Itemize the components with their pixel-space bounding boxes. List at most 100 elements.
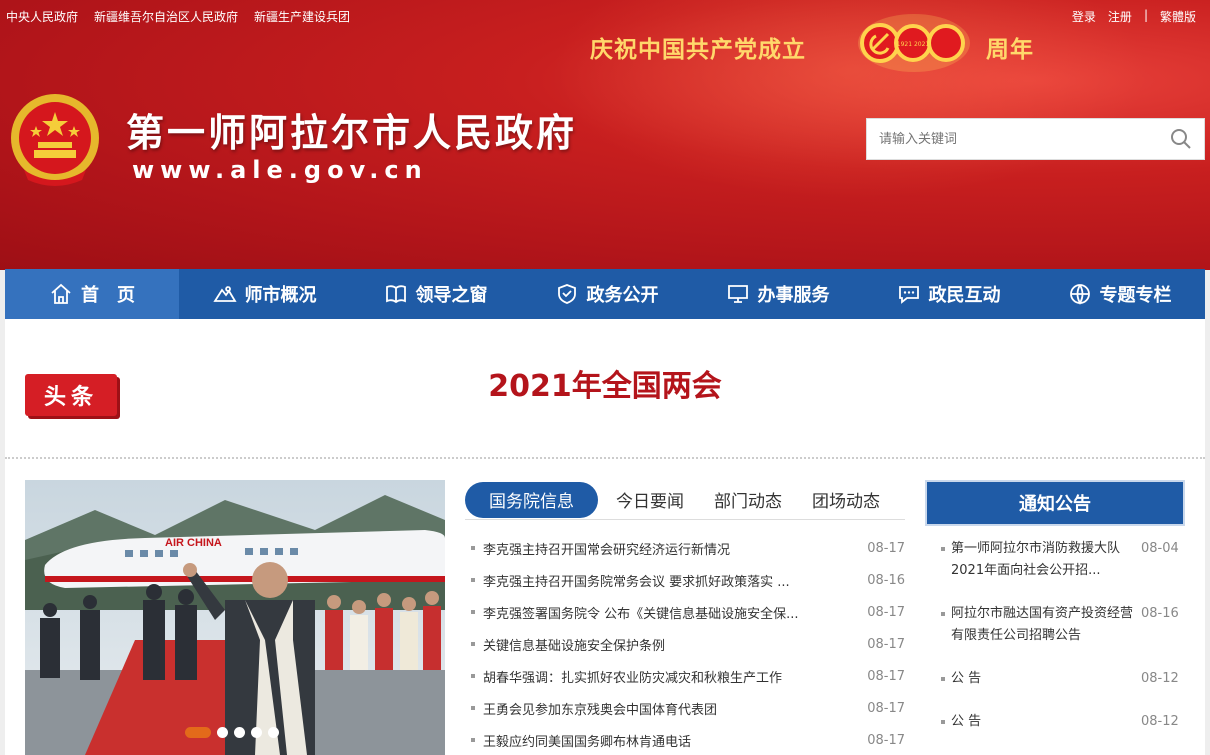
slider-dot[interactable] [251,727,262,738]
globe-icon [1069,284,1090,305]
top-links: 中央人民政府 新疆维吾尔自治区人民政府 新疆生产建设兵团 [6,8,350,25]
nav-label-interaction: 政民互动 [928,285,1001,306]
party-100-years-left: 1921 2021 [897,41,930,48]
slider-dot[interactable] [217,727,228,738]
list-item[interactable]: 王毅应约同美国国务卿布林肯通电话 08-17 [465,724,905,755]
tab-state-council[interactable]: 国务院信息 [465,481,598,518]
headline-section: 头条 2021年全国两会 [5,319,1205,459]
celebration-text-right: 周年 [986,37,1034,63]
bullet [941,612,945,616]
nav-label-home: 首 页 [81,285,135,306]
photo-slider[interactable]: AIR CHINA [25,480,445,755]
news-title: 王毅应约同美国国务卿布林肯通电话 [483,734,692,750]
nav-item-overview[interactable]: 师市概况 [179,269,350,319]
news-date: 08-17 [867,636,905,652]
notice-panel: 通知公告 第一师阿拉尔市消防救援大队2021年面向社会公开招... 08-04 阿… [925,480,1185,755]
notice-item-date: 08-04 [1141,541,1179,556]
bullet [471,642,475,646]
site-url: www.ale.gov.cn [132,156,428,184]
notice-list: 第一师阿拉尔市消防救援大队2021年面向社会公开招... 08-04 阿拉尔市融达… [925,526,1185,733]
traditional-chinese-link[interactable]: 繁體版 [1160,8,1196,25]
notice-item-title: 公 告 [951,671,982,686]
news-title: 李克强主持召开国务院常务会议 要求抓好政策落实 ... [483,574,790,590]
news-title: 李克强主持召开国常会研究经济运行新情况 [483,542,731,558]
celebration-text-left: 庆祝中国共产党成立 [590,37,806,63]
news-date: 08-16 [867,572,905,588]
notice-item-date: 08-16 [1141,606,1179,621]
nav-item-gov-affairs[interactable]: 政务公开 [521,269,692,319]
list-item[interactable]: 关键信息基础设施安全保护条例 08-17 [465,628,905,660]
bullet [471,610,475,614]
list-item[interactable]: 王勇会见参加东京残奥会中国体育代表团 08-17 [465,692,905,724]
main-nav: 首 页 师市概况 领导之窗 政务公开 办事服务 政民互动 专题专栏 [5,269,1205,319]
notice-title[interactable]: 通知公告 [925,480,1185,526]
list-item[interactable]: 第一师阿拉尔市消防救援大队2021年面向社会公开招... 08-04 [937,538,1185,582]
nav-item-topics[interactable]: 专题专栏 [1034,269,1205,319]
nav-item-services[interactable]: 办事服务 [692,269,863,319]
nav-label-overview: 师市概况 [244,285,317,306]
list-item[interactable]: 李克强主持召开国常会研究经济运行新情况 08-17 [465,532,905,564]
bullet [471,706,475,710]
bullet [471,578,475,582]
bullet [941,547,945,551]
news-title: 王勇会见参加东京残奥会中国体育代表团 [483,702,718,718]
slider-dot[interactable] [234,727,245,738]
nav-item-interaction[interactable]: 政民互动 [863,269,1034,319]
search-icon [1171,129,1191,149]
tab-today-news[interactable]: 今日要闻 [604,482,696,518]
nav-label-leaders: 领导之窗 [415,285,488,306]
news-panel: 国务院信息 今日要闻 部门动态 团场动态 李克强主持召开国常会研究经济运行新情况… [465,480,905,755]
main-content: 头条 2021年全国两会 AIR CHINA 国务院信息 今日要闻 部门动态 团… [5,319,1205,755]
bullet [471,674,475,678]
news-title: 李克强签署国务院令 公布《关键信息基础设施安全保... [483,606,799,622]
nav-item-home[interactable]: 首 页 [5,269,179,319]
tab-department-news[interactable]: 部门动态 [702,482,794,518]
site-title: 第一师阿拉尔市人民政府 [126,110,578,155]
notice-item-date: 08-12 [1141,671,1179,686]
news-date: 08-17 [867,668,905,684]
headline-title[interactable]: 2021年全国两会 [5,361,1205,405]
top-link-xinjiang-gov[interactable]: 新疆维吾尔自治区人民政府 [94,8,238,25]
login-link[interactable]: 登录 [1072,8,1096,25]
search-button[interactable] [1158,119,1204,159]
search-box [866,118,1205,160]
register-link[interactable]: 注册 [1108,8,1132,25]
list-item[interactable]: 阿拉尔市融达国有资产投资经营有限责任公司招聘公告 08-16 [937,603,1185,647]
news-date: 08-17 [867,604,905,620]
plane-livery-text: AIR CHINA [165,537,222,549]
nav-item-leaders[interactable]: 领导之窗 [350,269,521,319]
notice-item-title: 阿拉尔市融达国有资产投资经营有限责任公司招聘公告 [951,606,1134,643]
list-item[interactable]: 公 告 08-12 [937,711,1185,733]
news-tabs: 国务院信息 今日要闻 部门动态 团场动态 [465,480,905,520]
home-icon [51,283,71,304]
user-links: 登录 注册 | 繁體版 [1072,8,1196,25]
shield-icon [557,284,576,304]
top-link-central-gov[interactable]: 中央人民政府 [6,8,78,25]
news-list: 李克强主持召开国常会研究经济运行新情况 08-17 李克强主持召开国务院常务会议 … [465,532,905,755]
slider-photo: AIR CHINA [25,480,445,755]
news-title: 关键信息基础设施安全保护条例 [483,638,666,654]
bullet [471,546,475,550]
list-item[interactable]: 胡春华强调：扎实抓好农业防灾减灾和秋粮生产工作 08-17 [465,660,905,692]
book-icon [385,285,406,304]
slider-dots [185,727,279,738]
search-input[interactable] [867,119,1158,159]
tab-regiment-news[interactable]: 团场动态 [800,482,892,518]
user-links-divider: | [1143,8,1148,22]
slider-dot[interactable] [268,727,279,738]
list-item[interactable]: 公 告 08-12 [937,668,1185,690]
monitor-icon [727,285,748,303]
news-title: 胡春华强调：扎实抓好农业防灾减灾和秋粮生产工作 [483,670,783,686]
notice-item-date: 08-12 [1141,714,1179,729]
notice-item-title: 公 告 [951,714,982,729]
notice-item-title: 第一师阿拉尔市消防救援大队2021年面向社会公开招... [951,541,1121,578]
news-date: 08-17 [867,732,905,748]
slider-dot[interactable] [185,727,211,738]
national-emblem-icon [11,94,99,186]
nav-label-gov-affairs: 政务公开 [586,285,659,306]
list-item[interactable]: 李克强主持召开国务院常务会议 要求抓好政策落实 ... 08-16 [465,564,905,596]
top-link-bingtuan[interactable]: 新疆生产建设兵团 [254,8,350,25]
bullet [471,738,475,742]
bullet [941,677,945,681]
list-item[interactable]: 李克强签署国务院令 公布《关键信息基础设施安全保... 08-17 [465,596,905,628]
